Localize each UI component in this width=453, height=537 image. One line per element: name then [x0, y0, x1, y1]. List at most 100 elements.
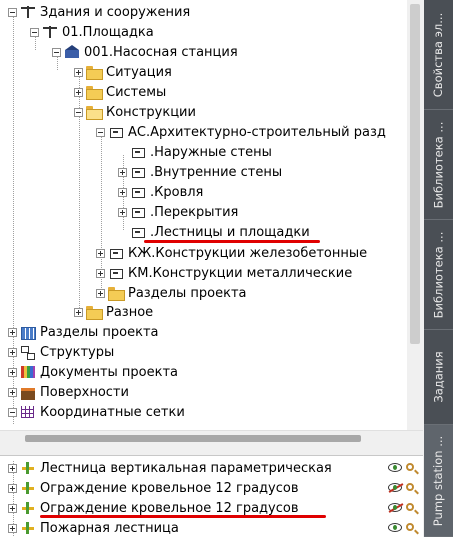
- expand-icon[interactable]: [118, 207, 127, 217]
- tree-item-label: 01.Площадка: [62, 24, 154, 40]
- tree-item-roof[interactable]: .Кровля: [118, 182, 203, 202]
- tree-item-label: Ситуация: [106, 64, 172, 80]
- visibility-off-icon[interactable]: [388, 503, 402, 512]
- expand-icon[interactable]: [8, 367, 17, 377]
- tree-item-exterior-walls[interactable]: .Наружные стены: [118, 142, 272, 162]
- tree-item-label: Разделы проекта: [128, 285, 247, 301]
- collapse-icon[interactable]: [52, 47, 61, 57]
- tree-item-label: КЖ.Конструкции железобетонные: [128, 245, 368, 261]
- expand-icon[interactable]: [8, 463, 17, 473]
- structure-icon: [20, 345, 36, 360]
- expand-icon[interactable]: [8, 327, 17, 337]
- tree-item-stairs-platforms[interactable]: .Лестницы и площадки: [118, 222, 310, 242]
- tree-item-label: Системы: [106, 84, 167, 100]
- tree-item-situation[interactable]: Ситуация: [74, 62, 172, 82]
- zoom-to-icon[interactable]: [406, 503, 414, 511]
- tab-library-1[interactable]: Библиотека ...: [424, 110, 453, 220]
- tree-item-constructions[interactable]: Конструкции: [74, 102, 196, 122]
- expand-icon[interactable]: [96, 248, 105, 258]
- tree-item-label: .Кровля: [150, 184, 204, 200]
- project-tree[interactable]: Здания и сооружения 01.Площадка 001.Насо…: [0, 0, 407, 430]
- scrollbar-thumb[interactable]: [25, 435, 361, 442]
- house-icon: [64, 45, 80, 59]
- tree-item-systems[interactable]: Системы: [74, 82, 166, 102]
- tree-item-project-sections-folder[interactable]: Разделы проекта: [96, 283, 247, 303]
- list-item[interactable]: Пожарная лестница: [8, 518, 418, 537]
- tree-item-label: Документы проекта: [40, 364, 179, 380]
- tree-horizontal-scrollbar[interactable]: [0, 430, 423, 446]
- folder-icon: [86, 85, 103, 100]
- list-item[interactable]: Лестница вертикальная параметрическая: [8, 458, 418, 478]
- expand-icon[interactable]: [96, 268, 105, 278]
- tree-item-surfaces[interactable]: Поверхности: [8, 382, 129, 402]
- tree-item-label: 001.Насосная станция: [84, 44, 238, 60]
- expand-icon[interactable]: [118, 187, 127, 197]
- expand-icon[interactable]: [8, 503, 17, 513]
- folder-icon: [86, 65, 103, 80]
- tree-item-label: Координатные сетки: [40, 404, 185, 420]
- tree-item-site[interactable]: 01.Площадка: [30, 22, 154, 42]
- expand-icon[interactable]: [8, 483, 17, 493]
- tree-item-label: Структуры: [40, 344, 115, 360]
- visibility-off-icon[interactable]: [388, 483, 402, 492]
- list-item[interactable]: Ограждение кровельное 12 градусов: [8, 478, 418, 498]
- tree-item-project-documents[interactable]: Документы проекта: [8, 362, 178, 382]
- tree-item-interior-walls[interactable]: .Внутренние стены: [118, 162, 282, 182]
- coord-grid-icon: [20, 405, 36, 419]
- tree-item-slabs[interactable]: .Перекрытия: [118, 202, 238, 222]
- tree-item-label: Конструкции: [106, 104, 196, 120]
- part-icon: [108, 246, 124, 260]
- list-item-label: Лестница вертикальная параметрическая: [40, 460, 332, 476]
- tree-item-pump-station[interactable]: 001.Насосная станция: [52, 42, 238, 62]
- tree-item-label: .Наружные стены: [150, 144, 272, 160]
- tree-item-label: .Перекрытия: [150, 204, 239, 220]
- folder-open-icon: [86, 105, 103, 120]
- tab-pump-station[interactable]: Pump station ...: [424, 425, 453, 537]
- tree-item-misc[interactable]: Разное: [74, 302, 153, 322]
- part-icon: [108, 125, 124, 139]
- books-icon: [20, 365, 36, 379]
- collapse-icon[interactable]: [8, 7, 17, 17]
- zoom-to-icon[interactable]: [406, 463, 414, 471]
- element-icon: [20, 481, 36, 495]
- expand-icon[interactable]: [74, 87, 83, 97]
- tree-item-buildings[interactable]: Здания и сооружения: [8, 2, 190, 22]
- tree-item-project-sections[interactable]: Разделы проекта: [8, 322, 159, 342]
- tree-item-label: Разное: [106, 304, 154, 320]
- tree-item-label: КМ.Конструкции металлические: [128, 265, 353, 281]
- tab-element-properties[interactable]: Свойства эл...: [424, 0, 453, 110]
- collapse-icon[interactable]: [96, 127, 105, 137]
- part-icon: [130, 165, 146, 179]
- expand-icon[interactable]: [74, 307, 83, 317]
- visibility-eye-icon[interactable]: [388, 463, 402, 472]
- visibility-eye-icon[interactable]: [388, 523, 402, 532]
- tree-item-km-section[interactable]: КМ.Конструкции металлические: [96, 263, 352, 283]
- folder-icon: [108, 286, 125, 301]
- element-list[interactable]: Лестница вертикальная параметрическая Ог…: [0, 455, 423, 537]
- scrollbar-thumb[interactable]: [410, 4, 420, 344]
- element-icon: [20, 521, 36, 535]
- collapse-icon[interactable]: [74, 107, 83, 117]
- collapse-icon[interactable]: [8, 407, 17, 417]
- collapse-icon[interactable]: [30, 27, 39, 37]
- tree-item-label: Здания и сооружения: [40, 4, 191, 20]
- tree-item-structures[interactable]: Структуры: [8, 342, 114, 362]
- tab-library-2[interactable]: Библиотека ...: [424, 220, 453, 330]
- tree-item-coordinate-grids[interactable]: Координатные сетки: [8, 402, 185, 422]
- tree-item-kzh-section[interactable]: КЖ.Конструкции железобетонные: [96, 243, 367, 263]
- tree-item-as-section[interactable]: АС.Архитектурно-строительный разд: [96, 122, 386, 142]
- expand-icon[interactable]: [96, 288, 105, 298]
- expand-icon[interactable]: [74, 67, 83, 77]
- zoom-to-icon[interactable]: [406, 483, 414, 491]
- expand-icon[interactable]: [8, 523, 17, 533]
- expand-icon[interactable]: [8, 347, 17, 357]
- expand-icon[interactable]: [118, 167, 127, 177]
- tree-item-label: Разделы проекта: [40, 324, 159, 340]
- zoom-to-icon[interactable]: [406, 523, 414, 531]
- element-icon: [20, 461, 36, 475]
- part-icon: [130, 185, 146, 199]
- expand-icon[interactable]: [8, 387, 17, 397]
- tab-tasks[interactable]: Задания: [424, 330, 453, 425]
- tree-item-label: Поверхности: [40, 384, 129, 400]
- tree-vertical-scrollbar[interactable]: [407, 0, 423, 430]
